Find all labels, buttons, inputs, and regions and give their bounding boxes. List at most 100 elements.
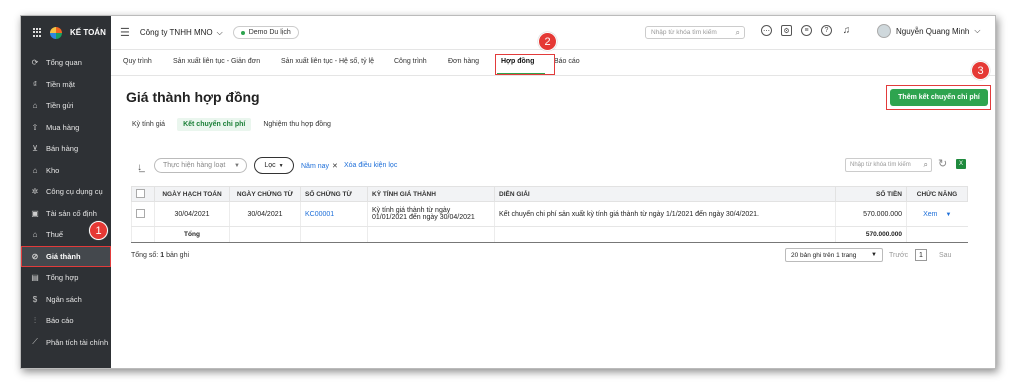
- demo-data-pill[interactable]: Demo Du lịch: [232, 26, 299, 39]
- tab-bao-cao[interactable]: Báo cáo: [554, 58, 580, 65]
- col-posting-date[interactable]: NGÀY HẠCH TOÁN: [154, 186, 230, 202]
- tax-icon: ⌂: [32, 230, 38, 240]
- step-marker-3: 3: [971, 61, 990, 80]
- caret-down-icon: ▼: [278, 162, 284, 169]
- doc-date-cell: 30/04/2021: [229, 201, 301, 227]
- company-name: Công ty TNHH MNO: [139, 28, 213, 37]
- sidebar-item-gia-thanh[interactable]: ⊘ Giá thành: [21, 245, 111, 267]
- tab-quy-trinh[interactable]: Quy trình: [123, 58, 152, 65]
- sidebar-item-ngan-sach[interactable]: $ Ngân sách: [21, 289, 111, 311]
- bulk-action-dropdown[interactable]: Thực hiện hàng loạt ▼: [154, 158, 247, 173]
- record-count-prefix: Tổng số:: [131, 252, 159, 259]
- search-icon[interactable]: ⌕: [924, 160, 928, 170]
- total-empty-cell: [229, 226, 301, 243]
- page-size-select[interactable]: 20 bản ghi trên 1 trang ▼: [785, 248, 883, 262]
- sidebar-item-tong-hop[interactable]: ▤ Tổng hợp: [21, 267, 111, 289]
- select-all-checkbox[interactable]: [136, 188, 145, 198]
- status-dot-icon: [240, 30, 245, 35]
- brand-logo-icon: [50, 26, 62, 39]
- tab-san-xuat-he-so[interactable]: Sản xuất liên tục - Hệ số, tỷ lệ: [281, 58, 374, 65]
- subtab-ket-chuyen-chi-phi[interactable]: Kết chuyển chi phí: [177, 118, 252, 131]
- caret-down-icon[interactable]: ▼: [945, 212, 951, 218]
- sidebar-item-kho[interactable]: ⌂ Kho: [21, 160, 111, 182]
- total-label: Tổng: [154, 226, 230, 243]
- chevron-down-icon: ⌵: [216, 27, 223, 37]
- record-count-value: 1: [160, 252, 165, 259]
- sidebar-item-bao-cao[interactable]: ⫶ Báo cáo: [21, 310, 111, 332]
- sidebar-item-label: Mua hàng: [46, 122, 80, 132]
- prev-page-button[interactable]: Trước: [889, 252, 908, 259]
- global-search-input[interactable]: Nhập từ khóa tìm kiếm ⌕: [645, 26, 745, 39]
- col-doc-date[interactable]: NGÀY CHỨNG TỪ: [229, 186, 301, 202]
- close-icon[interactable]: ✕: [332, 163, 338, 170]
- report-icon: ⫶: [34, 315, 36, 325]
- page-number[interactable]: 1: [915, 249, 927, 261]
- clear-filter-link[interactable]: Xóa điều kiện lọc: [344, 162, 397, 169]
- sidebar-item-tien-gui[interactable]: ⌂ Tiền gửi: [21, 95, 111, 117]
- table-row[interactable]: 30/04/2021 30/04/2021 KC00001 Kỳ tính gi…: [131, 201, 968, 227]
- table-header-row: NGÀY HẠCH TOÁN NGÀY CHỨNG TỪ SỐ CHỨNG TỪ…: [131, 186, 968, 202]
- sidebar-item-label: Phân tích tài chính: [46, 337, 109, 347]
- global-search-placeholder: Nhập từ khóa tìm kiếm: [651, 29, 717, 36]
- col-amount[interactable]: SỐ TIỀN: [835, 186, 907, 202]
- sidebar-item-tien-mat[interactable]: ₫ Tiền mặt: [21, 74, 111, 96]
- tab-cong-trinh[interactable]: Công trình: [394, 58, 427, 65]
- view-link[interactable]: Xem: [923, 211, 937, 218]
- col-doc-no[interactable]: SỐ CHỨNG TỪ: [300, 186, 368, 202]
- sales-icon: ⊻: [32, 144, 38, 154]
- subtab-ky-tinh-gia[interactable]: Kỳ tính giá: [126, 118, 171, 131]
- sidebar-item-ban-hang[interactable]: ⊻ Bán hàng: [21, 138, 111, 160]
- col-description[interactable]: DIỄN GIẢI: [494, 186, 836, 202]
- subtab-nghiem-thu[interactable]: Nghiệm thu hợp đồng: [257, 118, 337, 131]
- col-actions: CHỨC NĂNG: [906, 186, 968, 202]
- sidebar-item-label: Tiền gửi: [46, 101, 74, 111]
- chat-icon[interactable]: ≡: [801, 25, 812, 36]
- refresh-icon[interactable]: ↻: [938, 157, 947, 170]
- record-count: Tổng số: 1 bản ghi: [131, 252, 189, 259]
- sub-tabs: Kỳ tính giá Kết chuyển chi phí Nghiệm th…: [126, 118, 337, 131]
- menu-icon[interactable]: ☰: [120, 26, 130, 39]
- tab-san-xuat-gian-don[interactable]: Sản xuất liên tục - Giản đơn: [173, 58, 260, 65]
- top-icons: ⋯ ⚙ ≡ ? ♫: [761, 25, 852, 36]
- brand-name: KẾ TOÁN: [70, 28, 106, 37]
- sidebar-item-label: Tài sản cố định: [46, 208, 97, 218]
- tab-highlight-box: [495, 54, 555, 75]
- active-filter-label: Năm nay: [301, 163, 330, 170]
- bell-icon[interactable]: ♫: [841, 25, 852, 36]
- apps-grid-icon[interactable]: [33, 28, 42, 37]
- sort-icon[interactable]: ↓̲: [137, 162, 142, 173]
- sidebar-item-phan-tich-tai-chinh[interactable]: ⟋ Phân tích tài chính: [21, 332, 111, 354]
- table-search-input[interactable]: Nhập từ khóa tìm kiếm ⌕: [845, 158, 932, 172]
- page-size-label: 20 bản ghi trên 1 trang: [791, 251, 857, 259]
- company-selector[interactable]: Công ty TNHH MNO ⌵: [140, 28, 223, 38]
- active-filter-chip[interactable]: Năm nay ✕: [301, 162, 338, 170]
- sidebar-item-cong-cu-dung-cu[interactable]: ✲ Công cụ dụng cụ: [21, 181, 111, 203]
- user-menu[interactable]: Nguyễn Quang Minh ⌵: [877, 24, 980, 38]
- gear-icon[interactable]: ⚙: [781, 25, 792, 36]
- col-period[interactable]: KỲ TÍNH GIÁ THÀNH: [367, 186, 495, 202]
- module-tabs: Quy trình Sản xuất liên tục - Giản đơn S…: [111, 49, 995, 76]
- ledger-icon: ▤: [31, 273, 39, 283]
- sidebar-item-tong-quan[interactable]: ⟳ Tổng quan: [21, 52, 111, 74]
- page-title: Giá thành hợp đồng: [126, 89, 260, 105]
- sidebar-item-label: Công cụ dụng cụ: [46, 187, 103, 197]
- help-icon[interactable]: ?: [821, 25, 832, 36]
- excel-export-icon[interactable]: X: [956, 159, 966, 169]
- sidebar: KẾ TOÁN ⟳ Tổng quan ₫ Tiền mặt ⌂ Tiền gửi ⇧ Mua…: [21, 16, 111, 368]
- search-icon[interactable]: ⌕: [736, 28, 740, 38]
- posting-date-cell: 30/04/2021: [154, 201, 230, 227]
- more-icon[interactable]: ⋯: [761, 25, 772, 36]
- filter-label: Lọc: [264, 162, 276, 169]
- app-window: KẾ TOÁN ⟳ Tổng quan ₫ Tiền mặt ⌂ Tiền gửi ⇧ Mua…: [20, 15, 996, 369]
- tab-don-hang[interactable]: Đơn hàng: [448, 58, 479, 65]
- doc-no-link[interactable]: KC00001: [305, 211, 334, 218]
- total-empty-cell: [300, 226, 368, 243]
- filter-button[interactable]: Lọc ▼: [254, 157, 294, 174]
- cost-transfer-table: NGÀY HẠCH TOÁN NGÀY CHỨNG TỪ SỐ CHỨNG TỪ…: [131, 186, 968, 243]
- next-page-button[interactable]: Sau: [939, 252, 951, 259]
- description-cell: Kết chuyển chi phí sản xuất kỳ tính giá …: [494, 201, 836, 227]
- amount-cell: 570.000.000: [835, 201, 907, 227]
- sidebar-item-mua-hang[interactable]: ⇧ Mua hàng: [21, 117, 111, 139]
- row-checkbox[interactable]: [136, 208, 145, 218]
- chevron-down-icon: ⌵: [974, 26, 981, 35]
